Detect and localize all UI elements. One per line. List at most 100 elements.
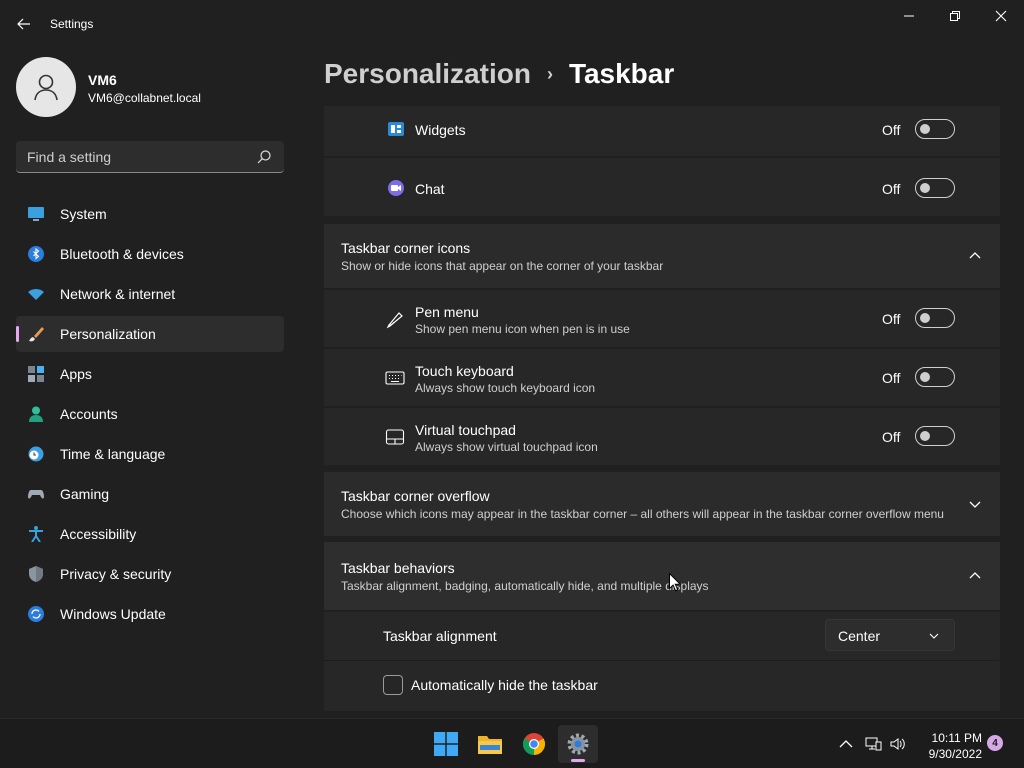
autohide-label: Automatically hide the taskbar <box>411 677 598 693</box>
toggle-knob <box>920 372 930 382</box>
sidebar-item-label: System <box>60 206 107 222</box>
touchpad-icon <box>385 429 405 445</box>
settings-content: Widgets Off Chat Off Taskbar corner icon… <box>324 106 1000 718</box>
corner-overflow-subtitle: Choose which icons may appear in the tas… <box>341 507 944 521</box>
notification-badge[interactable]: 4 <box>987 735 1003 751</box>
pen-menu-row: Pen menu Show pen menu icon when pen is … <box>324 290 1000 347</box>
chat-label: Chat <box>415 181 445 197</box>
corner-overflow-title: Taskbar corner overflow <box>341 488 490 504</box>
pen-menu-label: Pen menu <box>415 304 479 320</box>
virtual-touchpad-label: Virtual touchpad <box>415 422 516 438</box>
chevron-down-icon <box>929 633 939 639</box>
corner-icons-header[interactable]: Taskbar corner icons Show or hide icons … <box>324 224 1000 288</box>
behaviors-subtitle: Taskbar alignment, badging, automaticall… <box>341 579 709 593</box>
sidebar-item-label: Apps <box>60 366 92 382</box>
sidebar-item-system[interactable]: System <box>16 196 284 232</box>
pen-icon <box>386 312 403 329</box>
corner-icons-subtitle: Show or hide icons that appear on the co… <box>341 259 664 273</box>
sidebar-item-bluetooth[interactable]: Bluetooth & devices <box>16 236 284 272</box>
sidebar-item-gaming[interactable]: Gaming <box>16 476 284 512</box>
corner-overflow-header[interactable]: Taskbar corner overflow Choose which ico… <box>324 472 1000 536</box>
arrow-left-icon <box>17 18 30 30</box>
monitor-icon <box>28 207 44 221</box>
app-title: Settings <box>50 17 94 31</box>
autohide-checkbox[interactable] <box>383 675 403 695</box>
network-icon[interactable] <box>864 735 882 753</box>
toggle-knob <box>920 431 930 441</box>
brush-icon <box>29 327 44 342</box>
toggle-knob <box>920 313 930 323</box>
sidebar-item-label: Gaming <box>60 486 110 502</box>
sidebar-item-accessibility[interactable]: Accessibility <box>16 516 284 552</box>
pen-menu-toggle[interactable] <box>915 308 955 328</box>
gamepad-icon <box>28 490 44 499</box>
pen-menu-toggle-state: Off <box>882 311 901 327</box>
toggle-knob <box>920 124 930 134</box>
chrome-icon <box>523 733 545 755</box>
sidebar-item-label: Personalization <box>60 326 156 342</box>
sidebar-item-label: Network & internet <box>60 286 176 302</box>
restore-icon <box>950 11 960 21</box>
alignment-label: Taskbar alignment <box>383 628 497 644</box>
wifi-icon <box>28 289 44 300</box>
gear-icon <box>567 733 589 755</box>
chat-toggle-state: Off <box>882 181 901 197</box>
chevron-up-icon <box>969 572 981 579</box>
toggle-knob <box>920 183 930 193</box>
virtual-touchpad-desc: Always show virtual touchpad icon <box>415 440 598 454</box>
sidebar-item-label: Accessibility <box>60 526 137 542</box>
alignment-dropdown[interactable]: Center <box>825 619 955 651</box>
widgets-toggle[interactable] <box>915 119 955 139</box>
restore-button[interactable] <box>932 4 978 28</box>
search-input[interactable]: Find a setting <box>16 141 284 173</box>
sidebar-item-privacy[interactable]: Privacy & security <box>16 556 284 592</box>
search-placeholder: Find a setting <box>27 149 112 165</box>
back-button[interactable] <box>12 12 36 36</box>
page-title: Taskbar <box>568 58 675 89</box>
widgets-row: Widgets Off <box>324 106 1000 156</box>
behaviors-header[interactable]: Taskbar behaviors Taskbar alignment, bad… <box>324 542 1000 610</box>
sidebar-item-windows-update[interactable]: Windows Update <box>16 596 284 632</box>
person-icon <box>34 74 58 101</box>
minimize-button[interactable] <box>886 4 932 28</box>
chevron-down-icon <box>969 501 981 508</box>
sidebar-item-accounts[interactable]: Accounts <box>16 396 284 432</box>
clock-time: 10:11 PM <box>931 731 982 745</box>
touch-keyboard-toggle[interactable] <box>915 367 955 387</box>
sidebar-item-personalization[interactable]: Personalization <box>16 316 284 352</box>
folder-icon <box>478 736 502 754</box>
person-icon <box>29 406 43 422</box>
avatar <box>16 57 76 117</box>
breadcrumb: Personalization › Taskbar <box>324 58 674 90</box>
alignment-row: Taskbar alignment Center <box>324 612 1000 660</box>
touch-keyboard-desc: Always show touch keyboard icon <box>415 381 596 395</box>
sidebar-item-time-language[interactable]: Time & language <box>16 436 284 472</box>
sidebar-item-network[interactable]: Network & internet <box>16 276 284 312</box>
touch-keyboard-label: Touch keyboard <box>415 363 514 379</box>
chat-row: Chat Off <box>324 158 1000 216</box>
mouse-cursor-icon <box>669 573 681 592</box>
breadcrumb-separator: › <box>546 63 553 84</box>
widgets-icon <box>388 122 404 136</box>
touch-keyboard-toggle-state: Off <box>882 370 901 386</box>
sidebar-item-label: Privacy & security <box>60 566 172 582</box>
title-bar: Settings <box>0 0 1024 48</box>
chevron-up-icon[interactable] <box>837 735 855 753</box>
close-button[interactable] <box>978 4 1024 28</box>
chat-toggle[interactable] <box>915 178 955 198</box>
search-icon <box>257 150 271 164</box>
sidebar-item-label: Time & language <box>60 446 166 462</box>
pen-menu-desc: Show pen menu icon when pen is in use <box>415 322 630 336</box>
virtual-touchpad-toggle[interactable] <box>915 426 955 446</box>
settings-taskbar-button[interactable] <box>558 725 598 763</box>
volume-icon[interactable] <box>889 735 907 753</box>
chrome-button[interactable] <box>514 725 554 763</box>
start-button[interactable] <box>426 725 466 763</box>
sidebar-item-label: Bluetooth & devices <box>60 246 184 262</box>
windows-logo-icon <box>434 732 458 756</box>
sidebar-item-apps[interactable]: Apps <box>16 356 284 392</box>
file-explorer-button[interactable] <box>470 725 510 763</box>
taskbar: 10:11 PM 9/30/2022 4 <box>0 718 1024 768</box>
clock[interactable]: 10:11 PM 9/30/2022 <box>916 730 982 762</box>
breadcrumb-parent[interactable]: Personalization <box>324 58 531 90</box>
